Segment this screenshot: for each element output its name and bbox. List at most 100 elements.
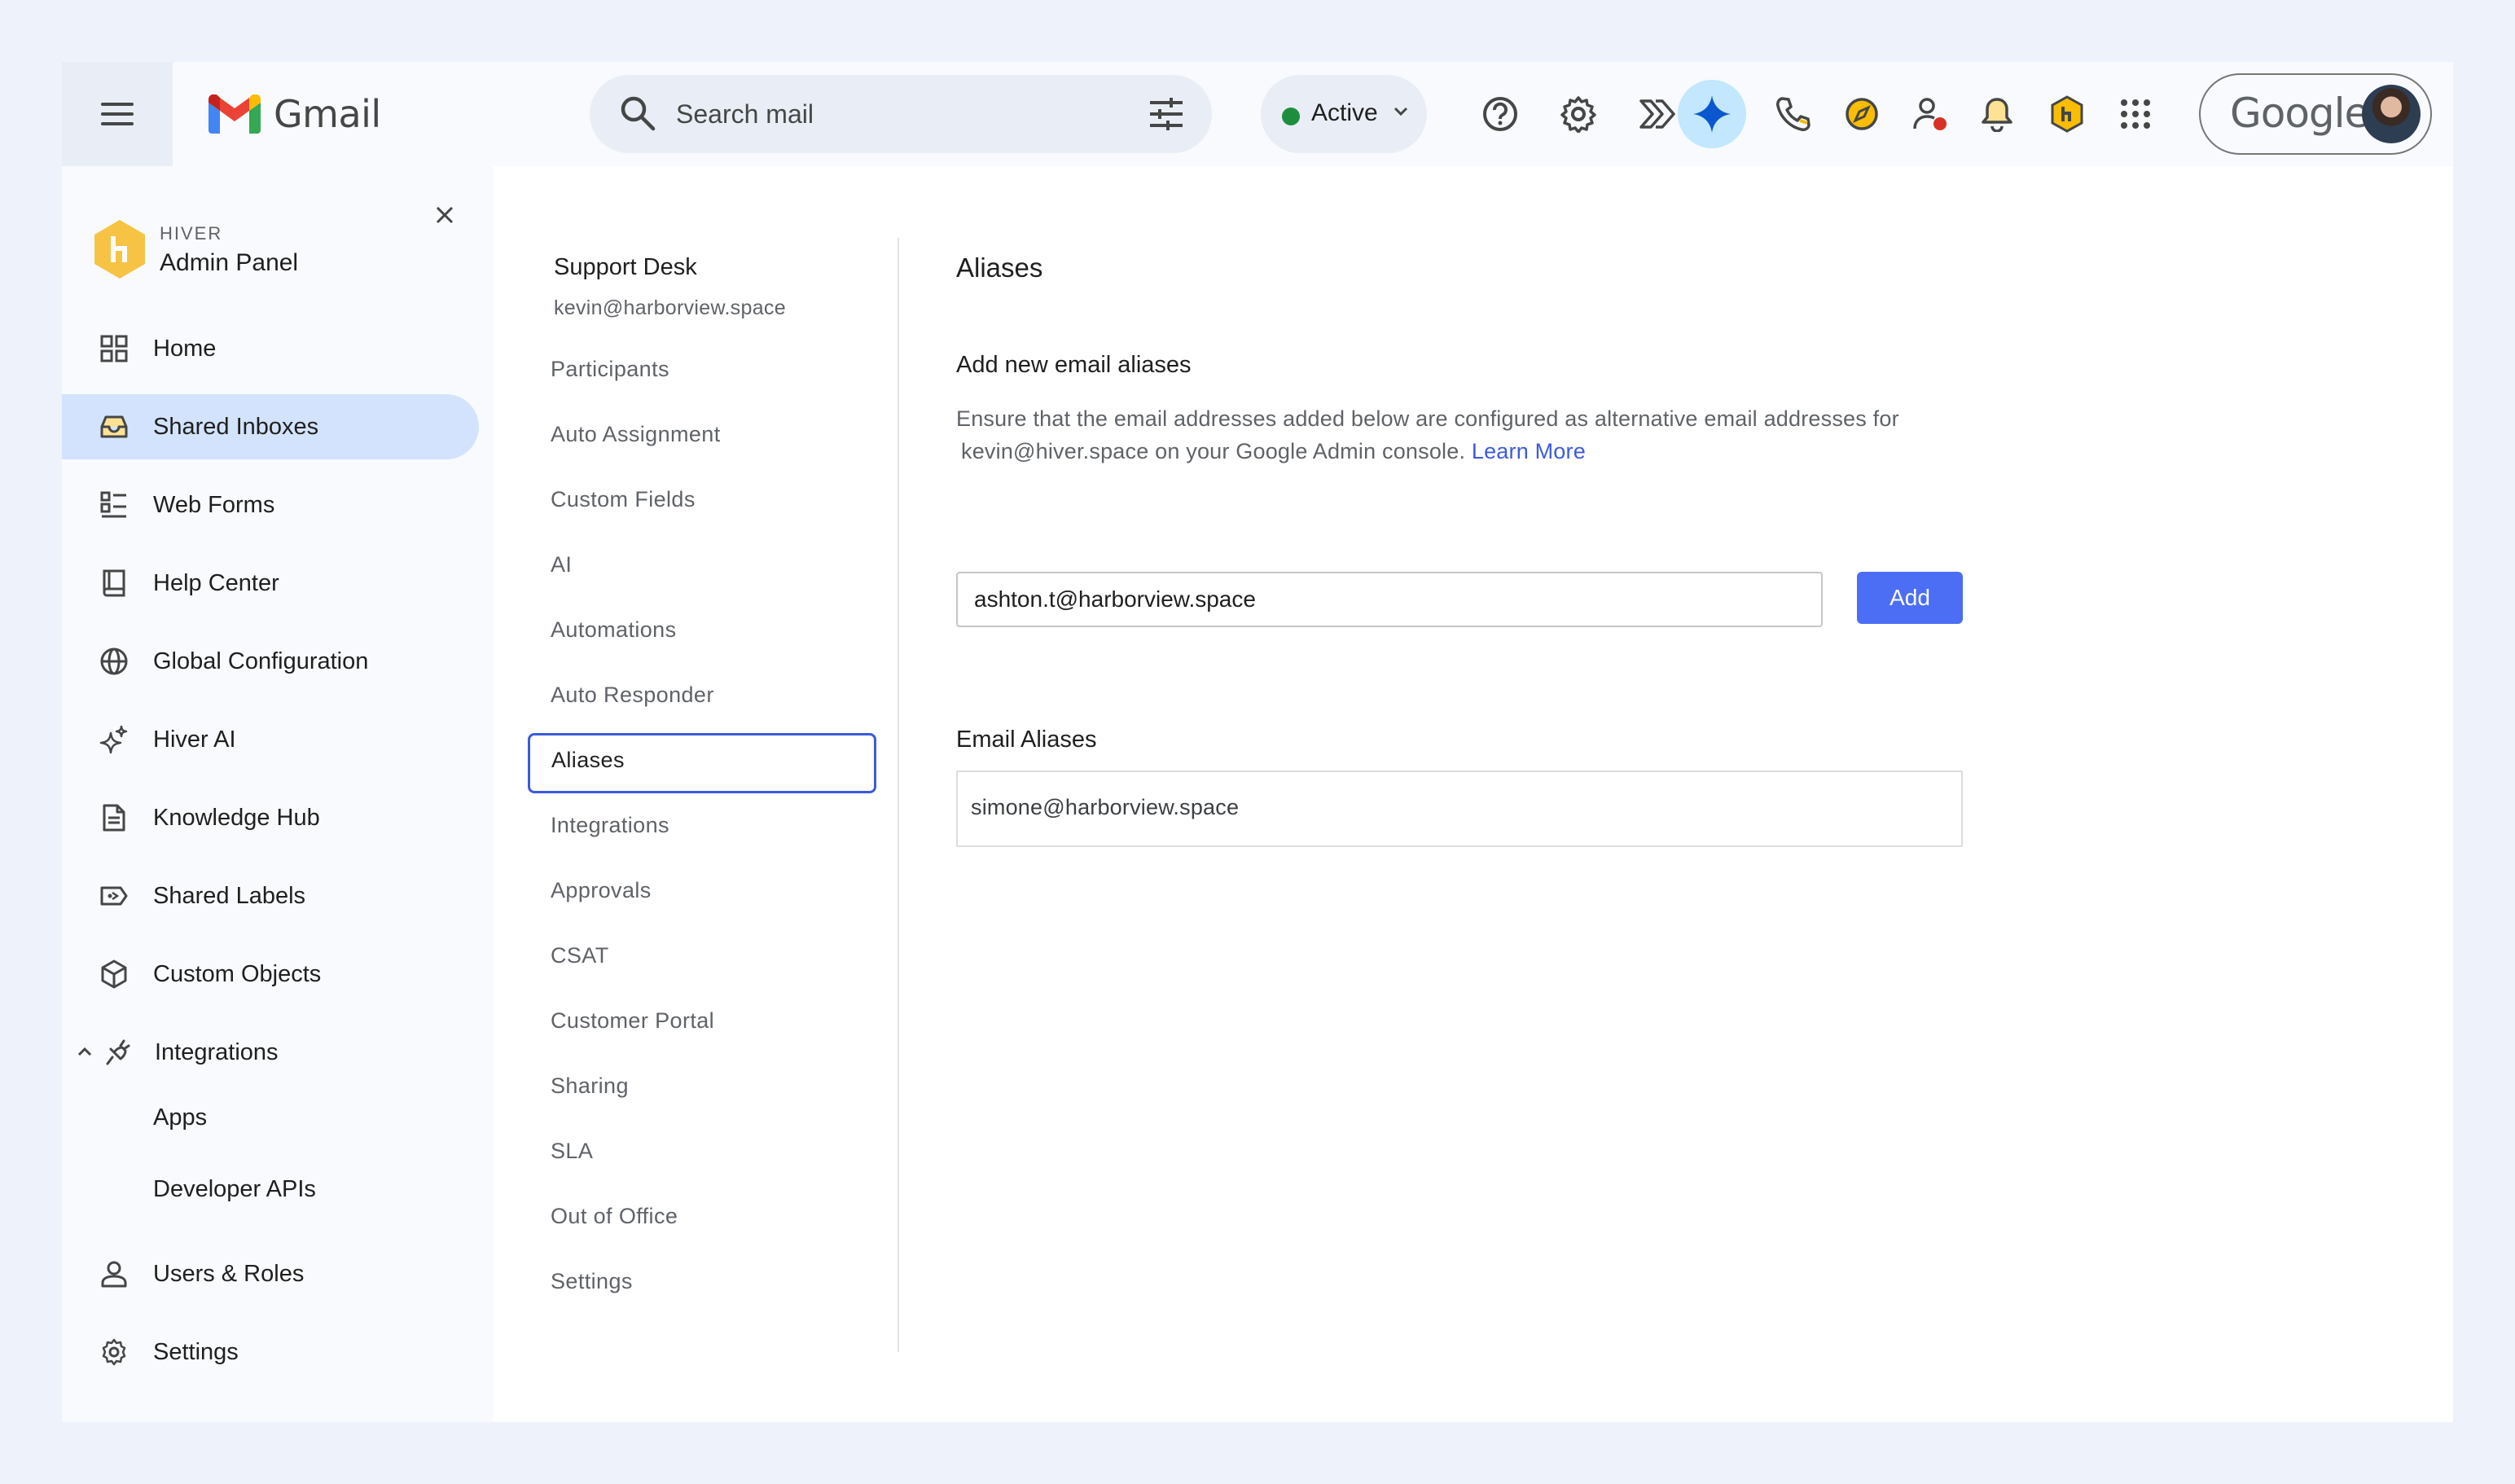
gemini-icon xyxy=(1693,95,1731,133)
user-alert-button[interactable] xyxy=(1906,90,1955,138)
inbox-menu-customer-portal[interactable]: Customer Portal xyxy=(528,994,876,1054)
inbox-menu-aliases[interactable]: Aliases xyxy=(528,733,876,793)
globe-icon xyxy=(100,648,128,675)
inbox-menu-custom-fields[interactable]: Custom Fields xyxy=(528,472,876,533)
phone-icon xyxy=(1776,97,1811,131)
description-line-1: Ensure that the email addresses added be… xyxy=(956,406,1899,431)
inbox-menu-integrations[interactable]: Integrations xyxy=(528,798,876,858)
status-dropdown[interactable]: Active xyxy=(1261,75,1427,153)
sparkle-icon xyxy=(99,725,128,754)
sidebar-item-shared-labels[interactable]: Shared Labels xyxy=(62,863,479,929)
user-icon xyxy=(101,1261,127,1288)
inbox-menu-label: Participants xyxy=(551,357,669,381)
hiver-button[interactable] xyxy=(2043,90,2091,138)
close-panel-button[interactable] xyxy=(428,199,461,231)
hiver-icon xyxy=(2051,95,2083,133)
google-wordmark: Google xyxy=(2230,90,2369,137)
compass-button[interactable] xyxy=(1837,90,1886,138)
inbox-menu-label: Automations xyxy=(551,617,677,642)
sidebar-item-label: Knowledge Hub xyxy=(153,805,320,831)
inbox-menu-label: Auto Assignment xyxy=(551,422,721,446)
sidebar-item-label: Hiver AI xyxy=(153,727,236,753)
sidebar-subitem-developer-apis[interactable]: Developer APIs xyxy=(153,1176,316,1203)
learn-more-link[interactable]: Learn More xyxy=(1472,439,1586,463)
form-icon xyxy=(100,491,126,518)
grid-icon xyxy=(100,335,128,362)
sidebar-item-help-center[interactable]: Help Center xyxy=(62,551,479,616)
bell-icon xyxy=(1982,98,2012,132)
inbox-menu-label: Customer Portal xyxy=(551,1008,715,1033)
sidebar-item-shared-inboxes[interactable]: Shared Inboxes xyxy=(62,394,479,459)
label-icon xyxy=(100,886,128,906)
sidebar-item-settings[interactable]: Settings xyxy=(62,1319,479,1385)
settings-button[interactable] xyxy=(1554,90,1603,138)
inbox-menu-auto-responder[interactable]: Auto Responder xyxy=(528,668,876,728)
inbox-menu-label: Settings xyxy=(551,1269,633,1293)
inbox-menu-label: Sharing xyxy=(551,1073,629,1098)
chevron-up-icon[interactable] xyxy=(77,1046,93,1057)
phone-button[interactable] xyxy=(1769,90,1818,138)
sidebar-item-integrations[interactable]: Integrations xyxy=(62,1020,479,1085)
plug-icon xyxy=(106,1039,130,1065)
tune-icon[interactable] xyxy=(1148,96,1184,132)
account-switcher[interactable]: Google xyxy=(2199,73,2432,155)
alias-email-input[interactable] xyxy=(956,572,1823,627)
status-label: Active xyxy=(1311,99,1378,126)
sidebar-item-label: Global Configuration xyxy=(153,648,369,674)
notifications-button[interactable] xyxy=(1973,90,2021,138)
status-dot xyxy=(1282,108,1300,125)
search-input[interactable] xyxy=(676,93,1132,135)
search-icon[interactable] xyxy=(619,94,656,132)
main-menu-button[interactable] xyxy=(62,62,173,166)
sidebar-subitem-apps[interactable]: Apps xyxy=(153,1104,207,1131)
column-divider xyxy=(898,238,899,1352)
inbox-menu-label: AI xyxy=(551,552,573,577)
sidebar-item-label: Shared Labels xyxy=(153,883,306,909)
cube-icon xyxy=(101,959,127,989)
sidebar-item-web-forms[interactable]: Web Forms xyxy=(62,472,479,538)
help-button[interactable] xyxy=(1476,90,1525,138)
inbox-menu-sharing[interactable]: Sharing xyxy=(528,1059,876,1119)
search-bar[interactable] xyxy=(590,75,1212,153)
hiver-logo-icon xyxy=(94,220,145,279)
gemini-button[interactable] xyxy=(1678,80,1746,148)
main-panel: Support Desk kevin@harborview.space Part… xyxy=(494,166,2453,1422)
sidebar-item-label: Web Forms xyxy=(153,492,275,518)
chevron-double-icon xyxy=(1639,99,1675,129)
inbox-menu-automations[interactable]: Automations xyxy=(528,603,876,663)
avatar[interactable] xyxy=(2362,85,2421,143)
inbox-menu-csat[interactable]: CSAT xyxy=(528,929,876,989)
gmail-m-icon xyxy=(208,94,261,134)
description-line-2-text: kevin@hiver.space on your Google Admin c… xyxy=(961,439,1466,463)
user-alert-icon xyxy=(1913,98,1947,130)
email-aliases-heading: Email Aliases xyxy=(956,727,1097,753)
inbox-menu-sla[interactable]: SLA xyxy=(528,1124,876,1184)
inbox-name: Support Desk xyxy=(554,254,697,280)
add-alias-button[interactable]: Add xyxy=(1857,572,1963,624)
inbox-menu-ai[interactable]: AI xyxy=(528,538,876,598)
inbox-menu-out-of-office[interactable]: Out of Office xyxy=(528,1189,876,1249)
apps-button[interactable] xyxy=(2111,90,2160,138)
sidebar-item-global-configuration[interactable]: Global Configuration xyxy=(62,629,479,694)
inbox-menu-auto-assignment[interactable]: Auto Assignment xyxy=(528,407,876,468)
sidebar-item-label: Settings xyxy=(153,1339,239,1365)
sidebar-item-custom-objects[interactable]: Custom Objects xyxy=(62,942,479,1007)
add-aliases-heading: Add new email aliases xyxy=(956,352,1192,378)
inbox-menu-settings[interactable]: Settings xyxy=(528,1254,876,1315)
inbox-menu-label: Aliases xyxy=(551,748,625,772)
sidebar-item-home[interactable]: Home xyxy=(62,316,479,381)
chevron-down-icon xyxy=(1394,107,1408,116)
sidebar-item-label: Custom Objects xyxy=(153,961,322,987)
chevron-double-button[interactable] xyxy=(1632,90,1681,138)
sidebar-item-hiver-ai[interactable]: Hiver AI xyxy=(62,707,479,772)
gmail-logo[interactable]: Gmail xyxy=(208,90,381,138)
sidebar-item-knowledge-hub[interactable]: Knowledge Hub xyxy=(62,785,479,850)
admin-sidebar: HIVER Admin Panel Home Shared Inboxes We… xyxy=(62,166,494,1422)
book-icon xyxy=(103,569,125,597)
inbox-menu-label: CSAT xyxy=(551,943,609,968)
hiver-brand: HIVER xyxy=(160,223,223,244)
sidebar-item-users-roles[interactable]: Users & Roles xyxy=(62,1241,479,1306)
inbox-menu-approvals[interactable]: Approvals xyxy=(528,863,876,924)
page-title: Aliases xyxy=(956,252,1043,283)
inbox-menu-participants[interactable]: Participants xyxy=(528,342,876,402)
